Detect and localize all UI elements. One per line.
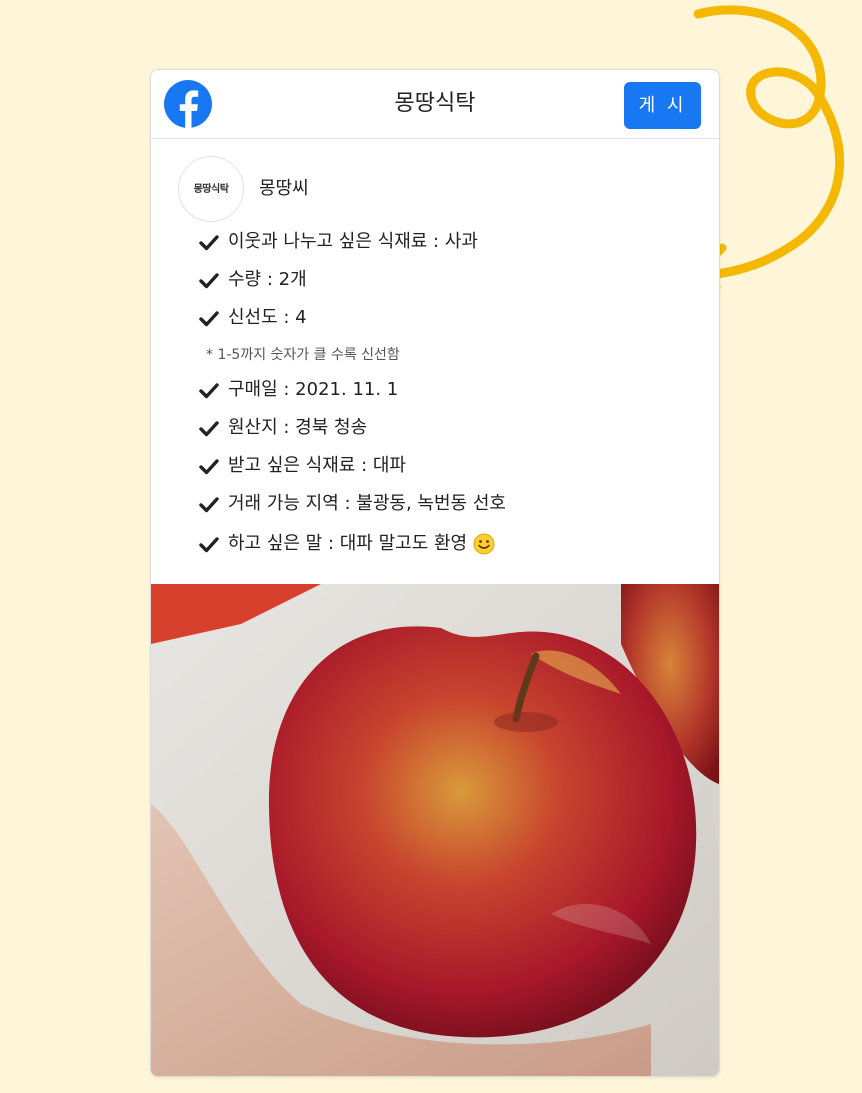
smile-emoji-icon: [473, 533, 495, 555]
post-button[interactable]: 게 시: [624, 82, 701, 129]
freshness-note: * 1-5까지 숫자가 클 수록 신선함: [206, 347, 400, 363]
check-icon: [199, 420, 219, 436]
detail-text: 하고 싶은 말 : 대파 말고도 환영: [228, 533, 468, 554]
author-name[interactable]: 몽땅씨: [259, 177, 309, 201]
post-card: 몽땅식탁 게 시 몽땅식탁 몽땅씨 이웃과 나누고 싶은 식재료 : 사과 수량…: [150, 69, 720, 1077]
check-icon: [199, 458, 219, 474]
check-icon: [199, 382, 219, 398]
detail-item-purchase-date: 구매일 : 2021. 11. 1: [199, 376, 398, 404]
check-icon: [199, 310, 219, 326]
detail-item-wanted: 받고 싶은 식재료 : 대파: [199, 452, 406, 480]
detail-text: 원산지 : 경북 청송: [228, 417, 368, 438]
detail-text: 신선도 : 4: [228, 307, 307, 328]
detail-text: 이웃과 나누고 싶은 식재료 : 사과: [228, 231, 478, 252]
avatar[interactable]: 몽땅식탁: [178, 156, 244, 222]
check-icon: [199, 536, 219, 552]
facebook-icon[interactable]: [164, 80, 212, 128]
detail-item-quantity: 수량 : 2개: [199, 266, 307, 294]
apple-photo: [151, 584, 719, 1076]
detail-text: 받고 싶은 식재료 : 대파: [228, 455, 406, 476]
check-icon: [199, 496, 219, 512]
detail-text: 구매일 : 2021. 11. 1: [228, 379, 399, 400]
detail-text: 거래 가능 지역 : 불광동, 녹번동 선호: [228, 493, 506, 514]
detail-item-area: 거래 가능 지역 : 불광동, 녹번동 선호: [199, 490, 506, 518]
detail-item-message: 하고 싶은 말 : 대파 말고도 환영: [199, 530, 495, 558]
page-title: 몽땅식탁: [394, 91, 476, 116]
check-icon: [199, 272, 219, 288]
post-header: 몽땅식탁 게 시: [151, 70, 719, 139]
detail-item-freshness: 신선도 : 4: [199, 304, 307, 332]
detail-item-origin: 원산지 : 경북 청송: [199, 414, 367, 442]
detail-item-ingredient: 이웃과 나누고 싶은 식재료 : 사과: [199, 228, 478, 256]
author-profile: 몽땅식탁 몽땅씨: [178, 156, 578, 224]
detail-text: 수량 : 2개: [228, 269, 307, 290]
check-icon: [199, 234, 219, 250]
